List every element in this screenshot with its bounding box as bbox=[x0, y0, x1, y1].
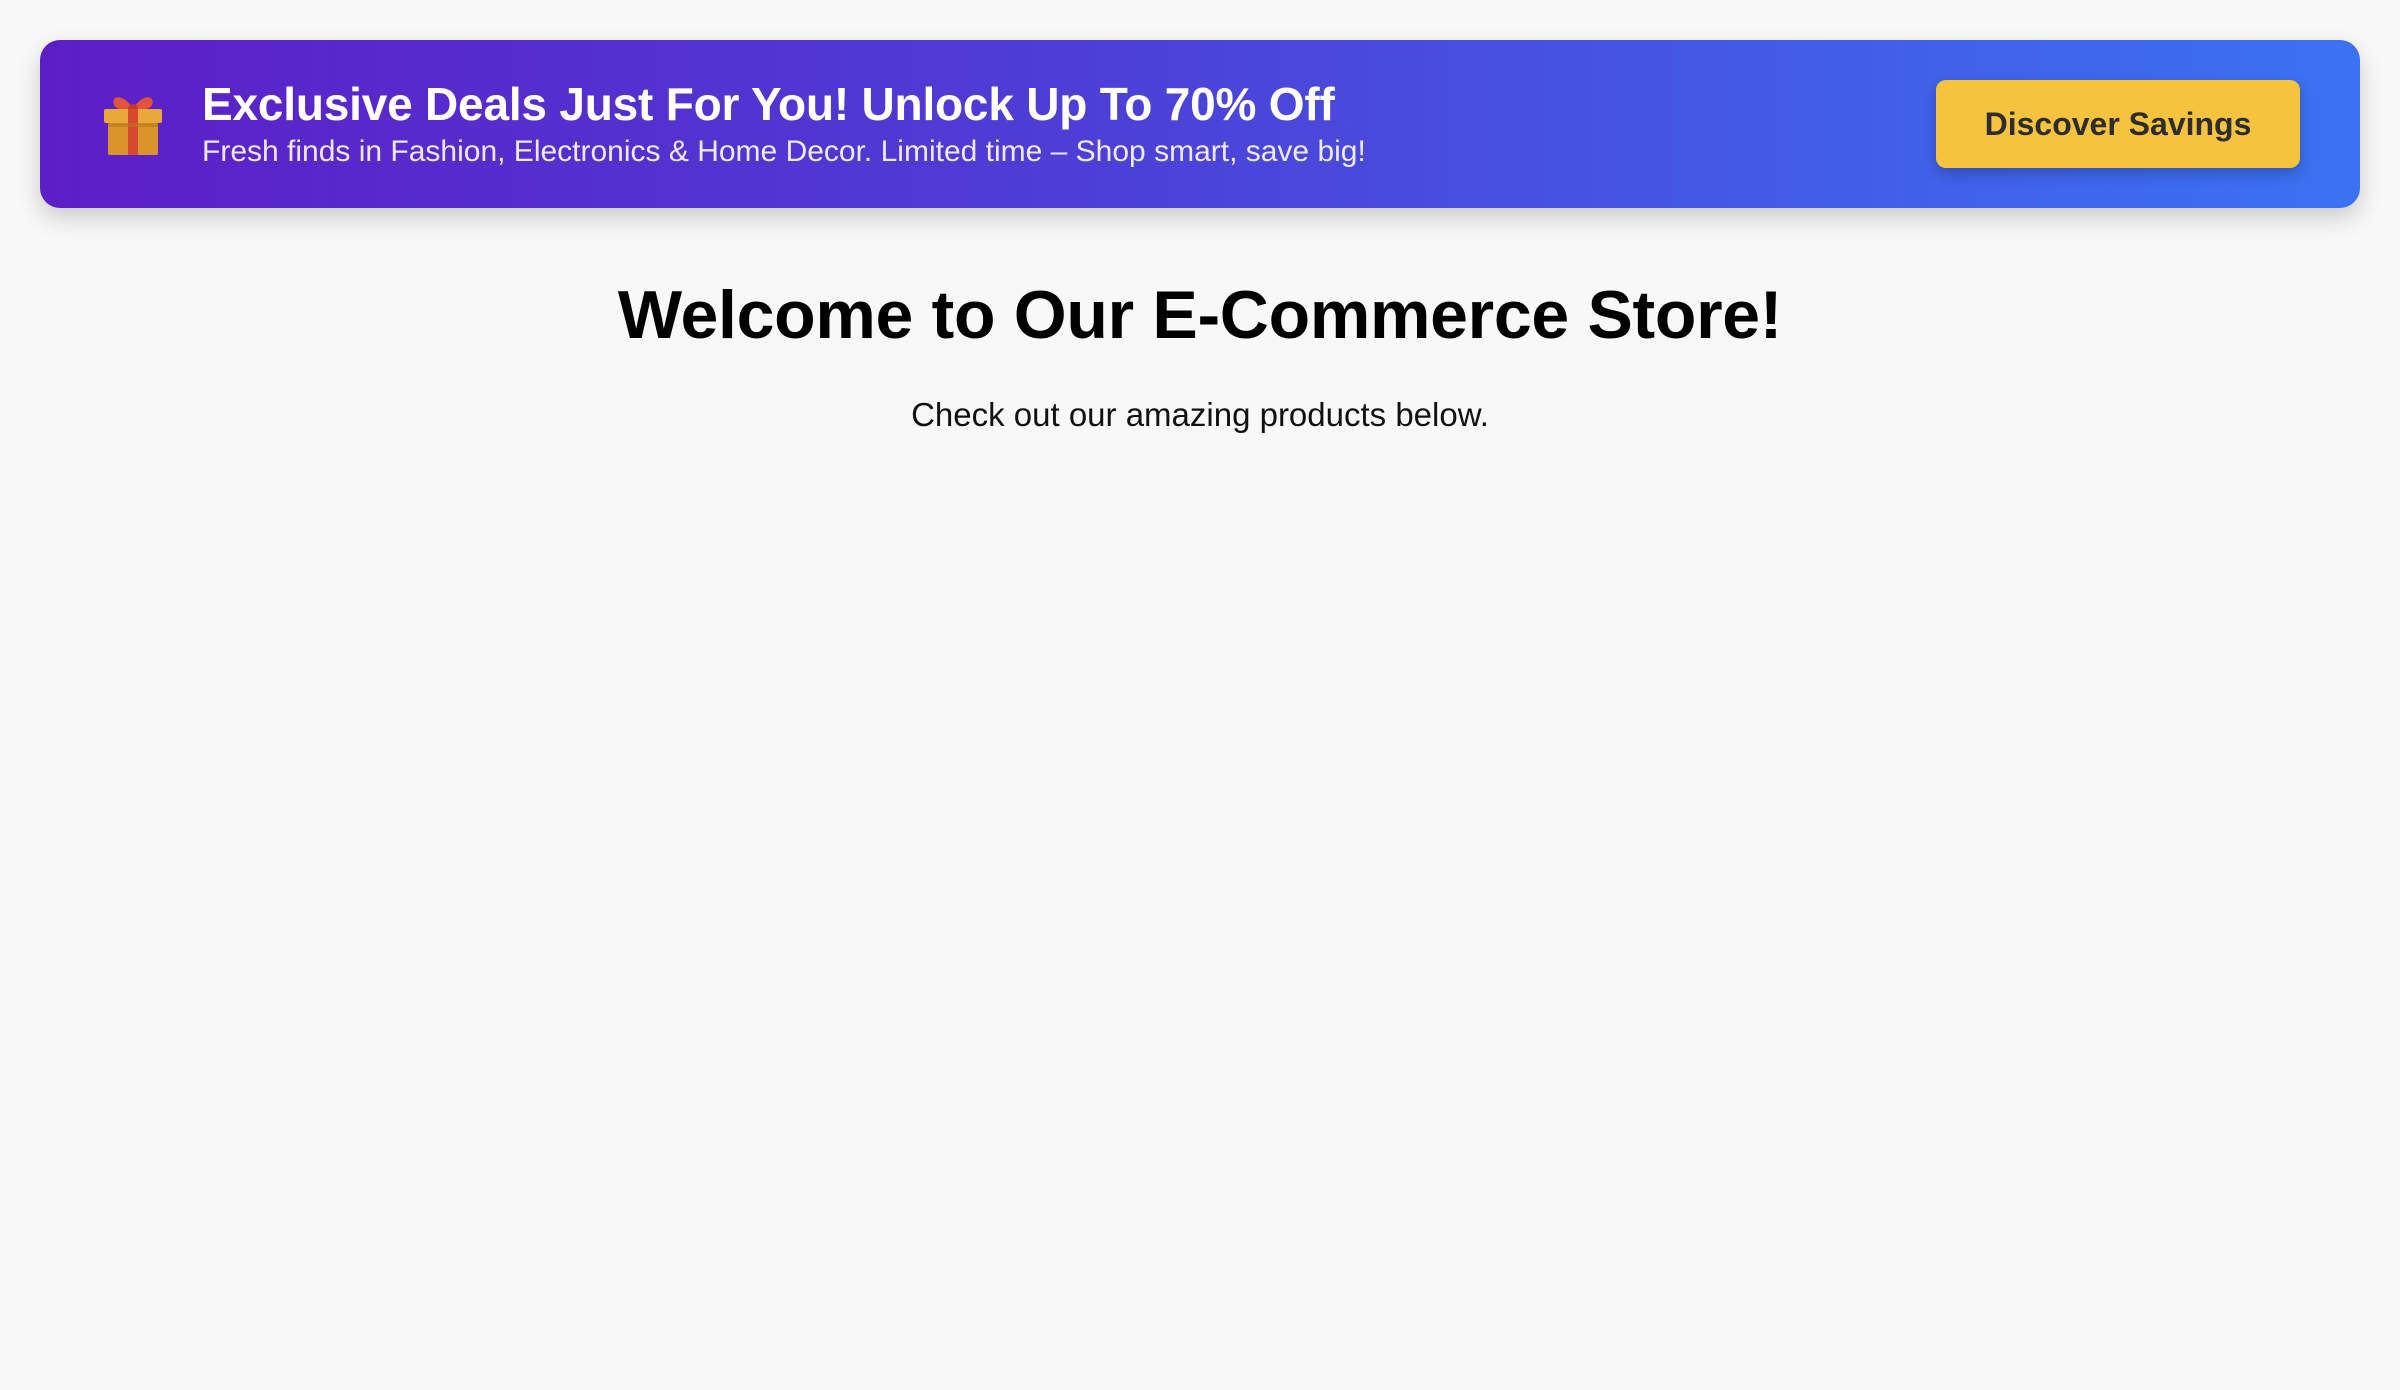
banner-text: Exclusive Deals Just For You! Unlock Up … bbox=[202, 77, 1936, 171]
gift-icon bbox=[94, 85, 172, 163]
page-title: Welcome to Our E-Commerce Store! bbox=[617, 277, 1783, 353]
main-content: Welcome to Our E-Commerce Store! Check o… bbox=[0, 270, 2400, 436]
banner-subtitle: Fresh finds in Fashion, Electronics & Ho… bbox=[202, 135, 1366, 168]
banner-title: Exclusive Deals Just For You! Unlock Up … bbox=[202, 78, 1335, 130]
page-subtitle: Check out our amazing products below. bbox=[911, 396, 1489, 433]
promo-banner: Exclusive Deals Just For You! Unlock Up … bbox=[40, 40, 2360, 208]
discover-savings-button[interactable]: Discover Savings bbox=[1936, 80, 2300, 168]
